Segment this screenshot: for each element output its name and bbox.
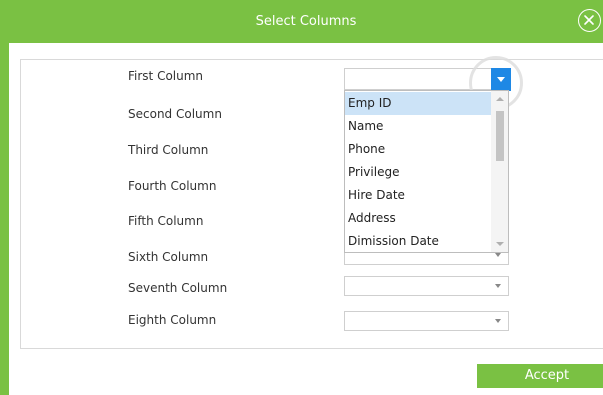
dropdown-option-emp-id[interactable]: Emp ID bbox=[345, 92, 491, 115]
fourth-column-label: Fourth Column bbox=[128, 179, 217, 193]
dialog-title: Select Columns bbox=[255, 14, 357, 29]
eighth-column-select[interactable] bbox=[344, 311, 509, 331]
eighth-column-label: Eighth Column bbox=[128, 313, 217, 327]
close-icon bbox=[584, 15, 594, 25]
dropdown-list: Emp ID Name Phone Privilege Hire Date Ad… bbox=[344, 90, 509, 253]
sixth-column-label: Sixth Column bbox=[128, 250, 209, 264]
dropdown-button[interactable] bbox=[491, 68, 511, 91]
dropdown-option-address[interactable]: Address bbox=[345, 207, 491, 230]
seventh-column-select[interactable] bbox=[344, 276, 509, 296]
dialog-left-border bbox=[0, 0, 9, 395]
dropdown-scrollbar[interactable] bbox=[491, 91, 508, 252]
columns-panel bbox=[20, 59, 603, 349]
dropdown-option-hire-date[interactable]: Hire Date bbox=[345, 184, 491, 207]
first-column-select[interactable] bbox=[344, 68, 511, 91]
seventh-column-label: Seventh Column bbox=[128, 281, 228, 295]
second-column-label: Second Column bbox=[128, 107, 222, 121]
scroll-down-icon[interactable] bbox=[496, 242, 504, 246]
chevron-down-icon bbox=[495, 319, 501, 323]
dropdown-option-privilege[interactable]: Privilege bbox=[345, 161, 491, 184]
dropdown-option-dimission-date[interactable]: Dimission Date bbox=[345, 230, 491, 253]
dropdown-option-name[interactable]: Name bbox=[345, 115, 491, 138]
third-column-label: Third Column bbox=[128, 143, 209, 157]
first-column-label: First Column bbox=[128, 69, 204, 83]
scroll-up-icon[interactable] bbox=[496, 97, 504, 101]
accept-button[interactable]: Accept bbox=[477, 364, 603, 388]
chevron-down-icon bbox=[495, 284, 501, 288]
dialog-titlebar: Select Columns bbox=[9, 0, 603, 43]
chevron-down-icon bbox=[495, 253, 501, 257]
close-button[interactable] bbox=[578, 9, 601, 32]
scroll-thumb[interactable] bbox=[496, 111, 504, 161]
chevron-down-icon bbox=[497, 77, 505, 82]
dropdown-option-phone[interactable]: Phone bbox=[345, 138, 491, 161]
fifth-column-label: Fifth Column bbox=[128, 214, 204, 228]
